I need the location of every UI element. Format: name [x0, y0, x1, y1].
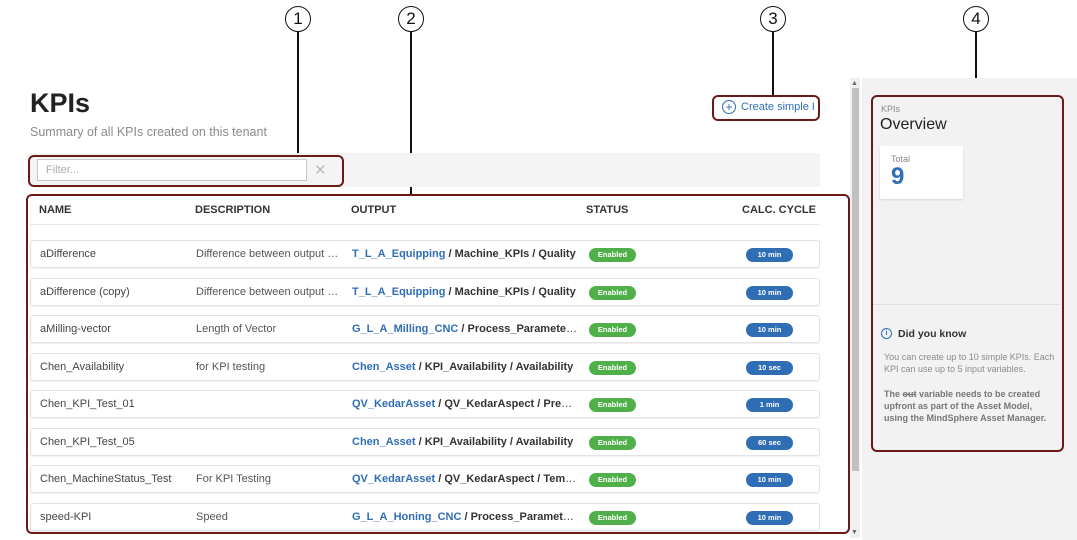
scroll-up-icon[interactable]: ▲	[851, 80, 858, 87]
scrollbar-thumb[interactable]	[852, 88, 859, 471]
callout-2: 2	[398, 6, 424, 32]
highlight-overview	[871, 95, 1064, 452]
page-subtitle: Summary of all KPIs created on this tena…	[30, 125, 267, 139]
callout-line-3	[772, 32, 774, 95]
callout-4: 4	[963, 6, 989, 32]
scroll-down-icon[interactable]: ▼	[851, 529, 858, 536]
callout-line-1	[297, 32, 299, 154]
highlight-table	[26, 194, 850, 534]
callout-3: 3	[760, 6, 786, 32]
highlight-filter	[28, 155, 344, 187]
highlight-create-button	[712, 95, 820, 121]
page-title: KPIs	[30, 88, 91, 118]
callout-1: 1	[285, 6, 311, 32]
